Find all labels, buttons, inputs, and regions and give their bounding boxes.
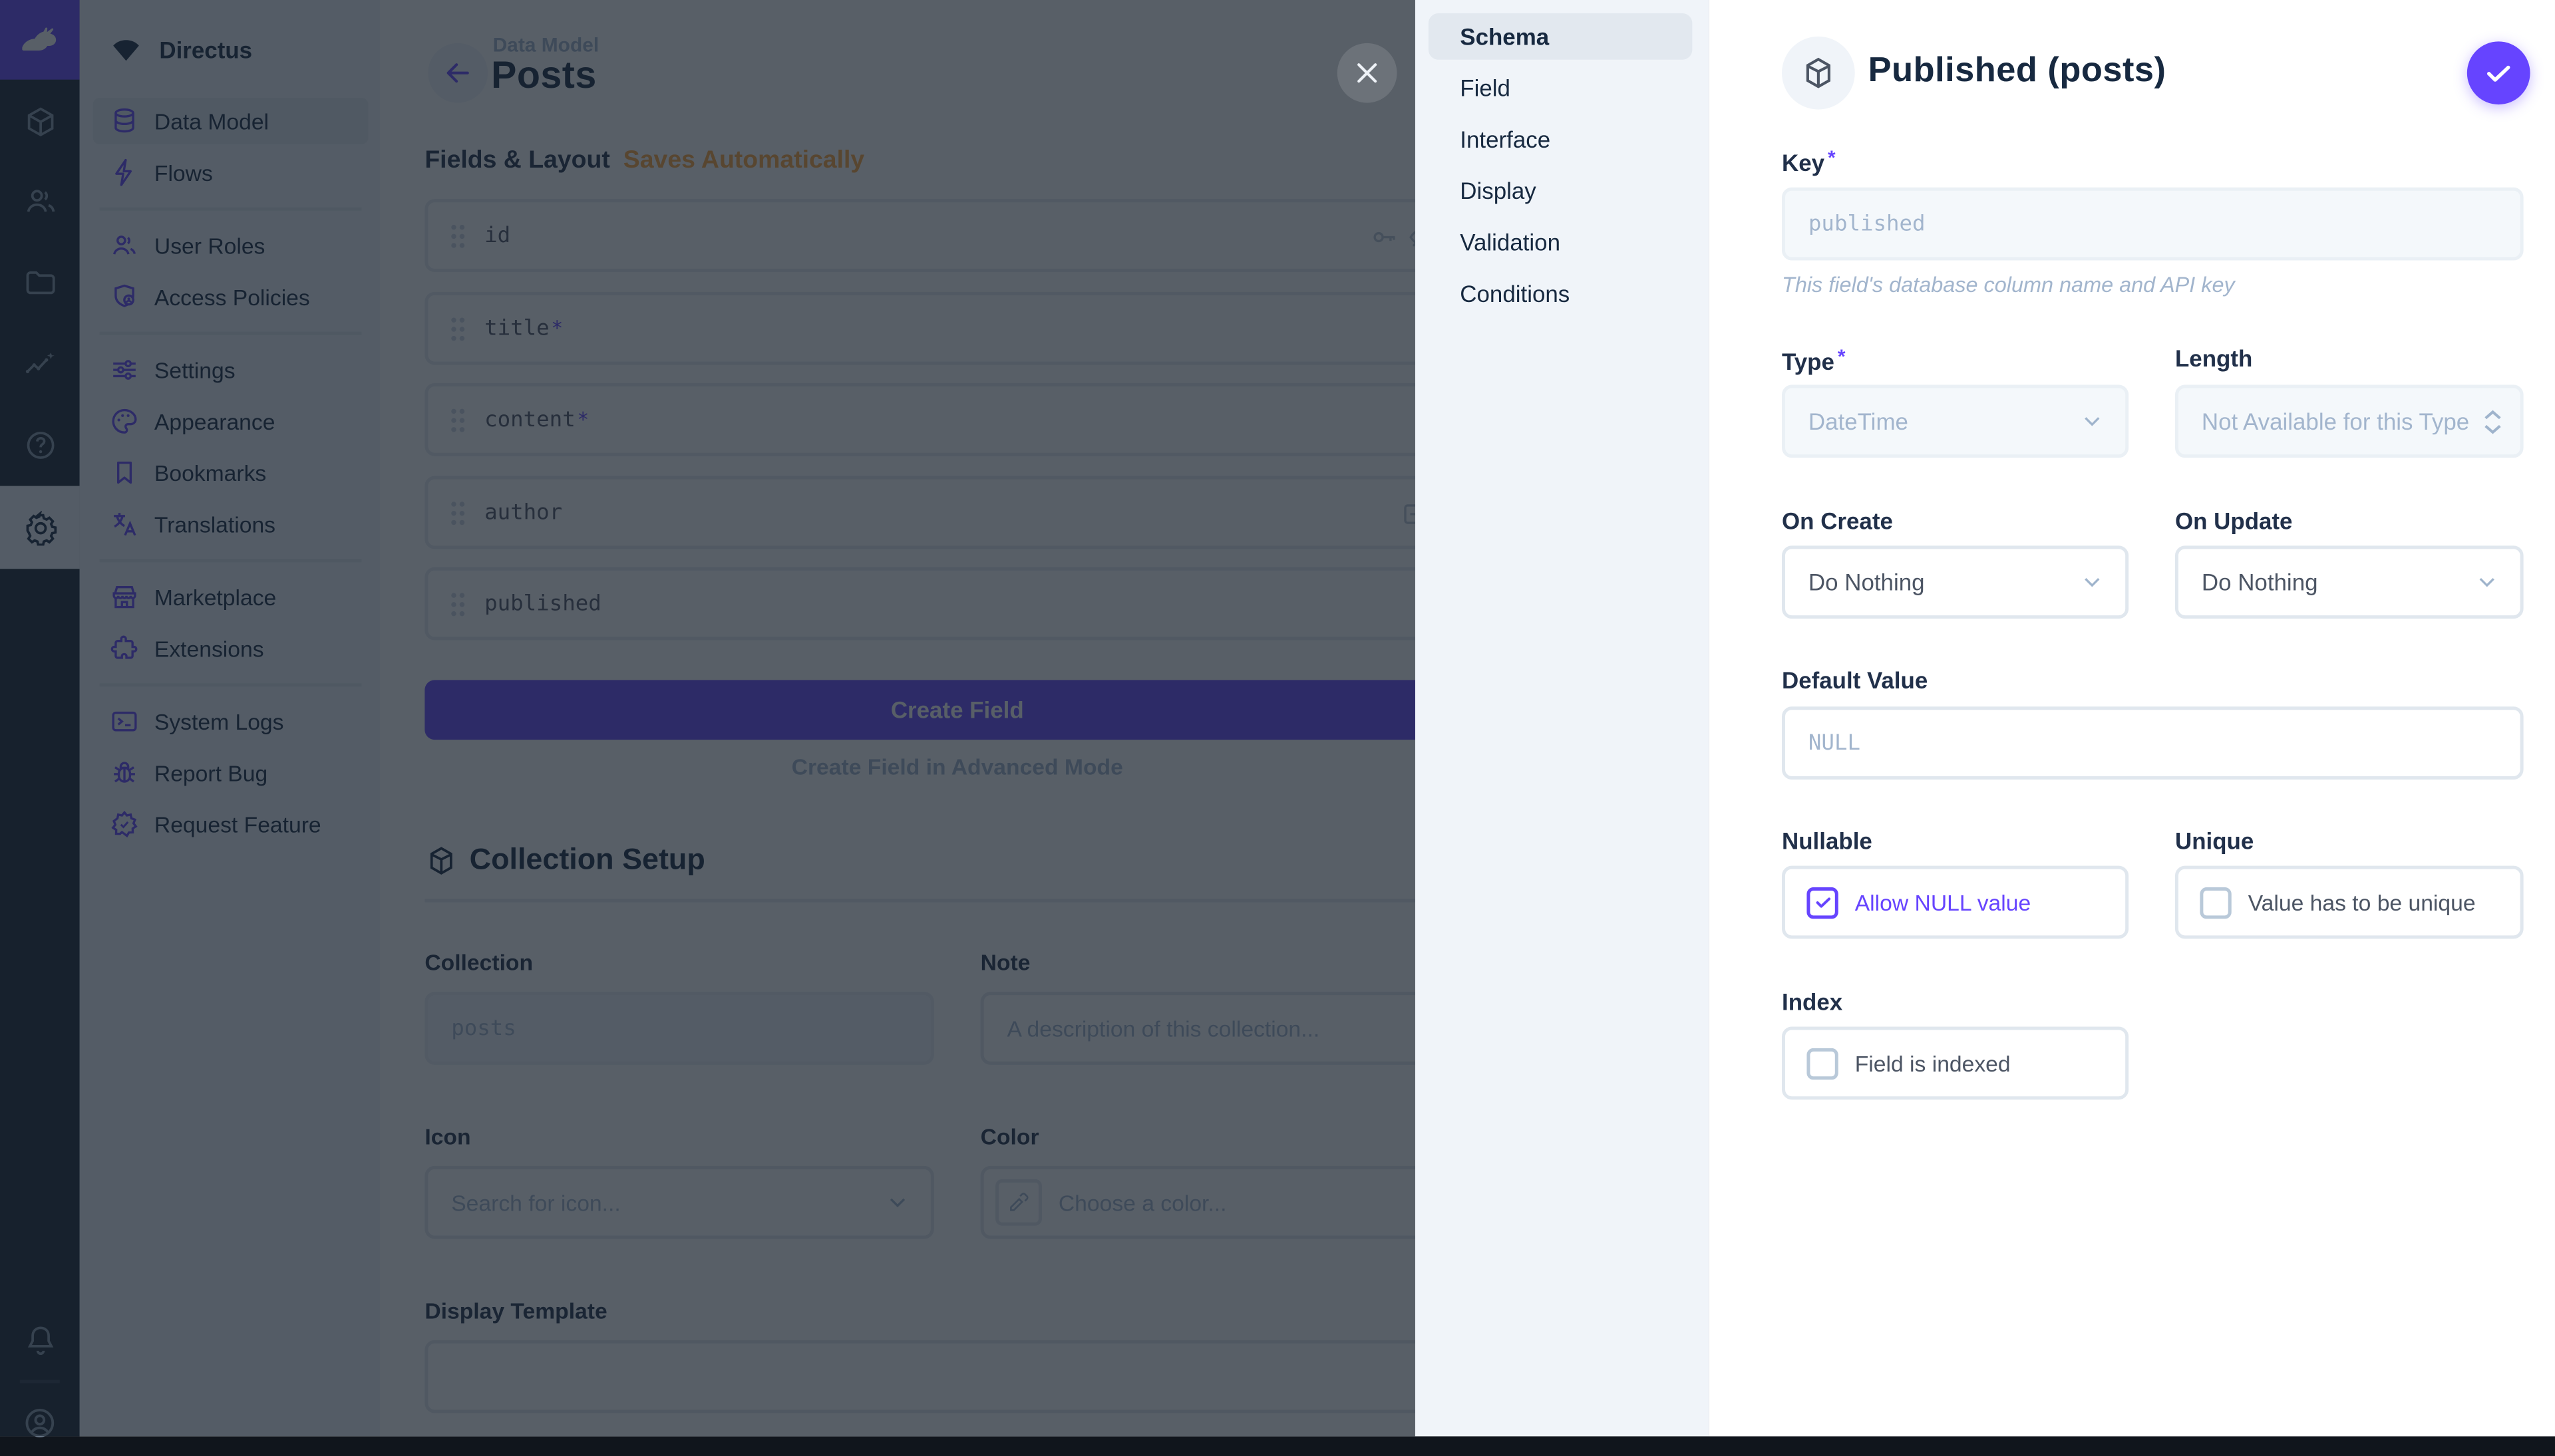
- chevron-down-icon: [2079, 569, 2105, 595]
- nullable-label: Nullable: [1782, 827, 1872, 854]
- stepper-icons: [2482, 407, 2503, 435]
- default-value-label: Default Value: [1782, 666, 1928, 693]
- on-create-label: On Create: [1782, 508, 1893, 534]
- key-label-text: Key: [1782, 149, 1824, 176]
- key-label: Key*: [1782, 146, 1836, 176]
- tab-display[interactable]: Display: [1429, 168, 1692, 214]
- tab-schema[interactable]: Schema: [1429, 13, 1692, 60]
- field-detail-drawer: Schema Field Interface Display Validatio…: [1415, 0, 2555, 1437]
- nullable-checkbox-label: Allow NULL value: [1855, 890, 2031, 915]
- unique-checkbox-row[interactable]: Value has to be unique: [2175, 866, 2524, 939]
- type-value: DateTime: [1808, 408, 1908, 434]
- length-placeholder: Not Available for this Type: [2202, 408, 2469, 434]
- default-value-input[interactable]: NULL: [1782, 706, 2524, 780]
- required-mark: *: [1838, 345, 1846, 368]
- index-label: Index: [1782, 988, 1842, 1015]
- on-create-value: Do Nothing: [1808, 569, 1925, 595]
- length-input: Not Available for this Type: [2175, 384, 2524, 458]
- checkbox-unchecked-icon[interactable]: [2200, 887, 2231, 918]
- default-value-placeholder: NULL: [1808, 730, 1860, 755]
- required-mark: *: [1828, 146, 1836, 169]
- on-update-label: On Update: [2175, 508, 2292, 534]
- checkbox-unchecked-icon[interactable]: [1806, 1048, 1838, 1079]
- type-label-text: Type: [1782, 349, 1834, 375]
- key-input: published: [1782, 188, 2524, 261]
- tab-field[interactable]: Field: [1429, 65, 1692, 111]
- unique-label: Unique: [2175, 827, 2254, 854]
- key-helper-text: This field's database column name and AP…: [1782, 272, 2235, 297]
- nullable-checkbox-row[interactable]: Allow NULL value: [1782, 866, 2129, 939]
- chevron-down-icon: [2474, 569, 2500, 595]
- chevron-down-icon: [2079, 408, 2105, 434]
- on-update-value: Do Nothing: [2202, 569, 2318, 595]
- drawer-title: Published (posts): [1868, 51, 2166, 91]
- drawer-close-button[interactable]: [1337, 43, 1397, 103]
- unique-checkbox-label: Value has to be unique: [2248, 890, 2476, 915]
- type-select: DateTime: [1782, 384, 2129, 458]
- on-update-select[interactable]: Do Nothing: [2175, 545, 2524, 619]
- drawer-tab-rail: Schema Field Interface Display Validatio…: [1415, 0, 1709, 1437]
- type-label: Type*: [1782, 345, 1846, 375]
- on-create-select[interactable]: Do Nothing: [1782, 545, 2129, 619]
- tab-validation[interactable]: Validation: [1429, 219, 1692, 265]
- key-value: published: [1808, 212, 1926, 236]
- drawer-body: Published (posts) Key* published This fi…: [1709, 0, 2555, 1437]
- directus-app: Directus Data Model Flows User Roles Acc…: [0, 0, 2555, 1437]
- close-icon: [1351, 57, 1384, 90]
- save-button[interactable]: [2467, 41, 2530, 104]
- check-icon: [2482, 57, 2515, 90]
- length-label: Length: [2175, 345, 2252, 372]
- tab-conditions[interactable]: Conditions: [1429, 270, 1692, 317]
- index-checkbox-row[interactable]: Field is indexed: [1782, 1026, 2129, 1099]
- tab-interface[interactable]: Interface: [1429, 116, 1692, 163]
- checkbox-checked-icon[interactable]: [1806, 887, 1838, 918]
- field-box-icon: [1782, 37, 1855, 110]
- index-checkbox-label: Field is indexed: [1855, 1051, 2011, 1076]
